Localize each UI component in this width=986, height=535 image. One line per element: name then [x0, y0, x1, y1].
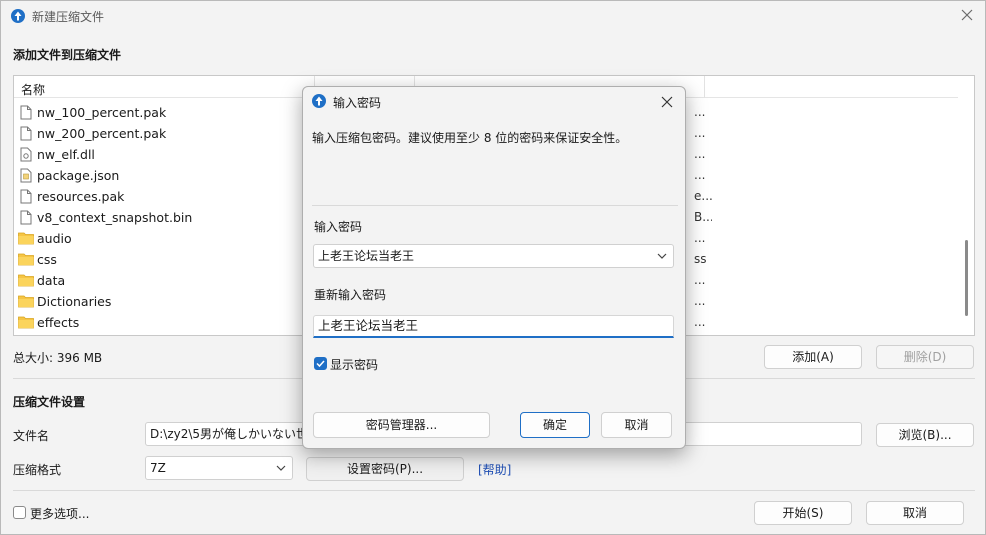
confirm-password-label: 重新输入密码 — [314, 288, 387, 302]
window-title: 新建压缩文件 — [32, 10, 105, 24]
column-name-header[interactable]: 名称 — [21, 81, 45, 98]
confirm-password-input[interactable]: 上老王论坛当老王 — [313, 315, 674, 338]
show-password-label[interactable]: 显示密码 — [330, 356, 378, 373]
dialog-cancel-button[interactable]: 取消 — [601, 412, 672, 438]
dialog-description: 输入压缩包密码。建议使用至少 8 位的密码来保证安全性。 — [312, 131, 628, 145]
chevron-down-icon[interactable] — [657, 253, 667, 259]
file-path-partial: ... — [694, 294, 706, 308]
file-name: css — [37, 252, 57, 267]
add-button[interactable]: 添加(A) — [764, 345, 862, 369]
folder-icon — [18, 231, 34, 248]
file-path-partial: ... — [694, 168, 706, 182]
file-path-partial: ss — [694, 252, 707, 266]
app-logo-icon — [312, 94, 326, 108]
set-password-button[interactable]: 设置密码(P)... — [306, 457, 464, 481]
password-value: 上老王论坛当老王 — [318, 249, 415, 263]
password-dialog: 输入密码 输入压缩包密码。建议使用至少 8 位的密码来保证安全性。 输入密码 上… — [302, 86, 686, 449]
dialog-title: 输入密码 — [333, 96, 382, 110]
checkmark-icon — [316, 360, 325, 368]
start-button[interactable]: 开始(S) — [754, 501, 852, 525]
add-files-heading: 添加文件到压缩文件 — [13, 48, 122, 62]
password-manager-button[interactable]: 密码管理器... — [313, 412, 490, 438]
file-icon — [20, 210, 32, 228]
close-icon[interactable] — [657, 92, 677, 112]
cancel-button[interactable]: 取消 — [866, 501, 964, 525]
help-link[interactable]: [帮助] — [478, 461, 511, 478]
browse-button[interactable]: 浏览(B)... — [876, 423, 974, 447]
file-name: package.json — [37, 168, 120, 183]
file-path-partial: ... — [694, 126, 706, 140]
file-icon — [20, 189, 32, 207]
file-list-scrollbar[interactable] — [958, 76, 974, 335]
file-name: resources.pak — [37, 189, 125, 204]
file-path-partial: ... — [694, 105, 706, 119]
file-name: nw_100_percent.pak — [37, 105, 167, 120]
file-path-partial: B... — [694, 210, 712, 224]
file-path-partial: ... — [694, 273, 706, 287]
archive-settings-heading: 压缩文件设置 — [13, 395, 86, 409]
filename-label: 文件名 — [13, 429, 50, 443]
show-password-checkbox[interactable] — [314, 357, 327, 370]
column-separator — [704, 76, 705, 98]
file-name: v8_context_snapshot.bin — [37, 210, 193, 225]
scrollbar-thumb[interactable] — [965, 240, 968, 316]
file-path-partial: ... — [694, 315, 706, 329]
folder-icon — [18, 252, 34, 269]
confirm-password-value: 上老王论坛当老王 — [318, 318, 419, 333]
divider — [312, 205, 678, 206]
format-label: 压缩格式 — [13, 463, 62, 477]
file-icon — [20, 126, 32, 144]
divider — [13, 490, 975, 491]
file-name: audio — [37, 231, 72, 246]
folder-icon — [18, 315, 34, 332]
file-path-partial: e... — [694, 189, 712, 203]
more-options-label[interactable]: 更多选项... — [30, 505, 89, 522]
delete-button[interactable]: 删除(D) — [876, 345, 974, 369]
password-input[interactable]: 上老王论坛当老王 — [313, 244, 674, 268]
file-icon — [20, 105, 32, 123]
title-bar: 新建压缩文件 — [1, 1, 985, 31]
total-size-text: 总大小: 396 MB — [13, 351, 103, 365]
folder-icon — [18, 294, 34, 311]
format-value: 7Z — [150, 461, 166, 475]
file-name: nw_200_percent.pak — [37, 126, 167, 141]
file-path-partial: ... — [694, 231, 706, 245]
ok-button[interactable]: 确定 — [520, 412, 590, 438]
file-path-partial: ... — [694, 147, 706, 161]
file-name: nw_elf.dll — [37, 147, 95, 162]
close-icon[interactable] — [957, 5, 977, 25]
more-options-checkbox[interactable] — [13, 506, 26, 519]
app-logo-icon — [11, 9, 25, 23]
file-name: Dictionaries — [37, 294, 112, 309]
format-select[interactable]: 7Z — [145, 456, 293, 480]
folder-icon — [18, 273, 34, 290]
password-label: 输入密码 — [314, 220, 363, 234]
file-icon — [20, 168, 32, 186]
filename-value: D:\zy2\5男が俺しかいない世 — [150, 427, 309, 441]
file-name: effects — [37, 315, 80, 330]
chevron-down-icon — [276, 465, 286, 471]
file-icon — [20, 147, 32, 165]
file-name: data — [37, 273, 66, 288]
